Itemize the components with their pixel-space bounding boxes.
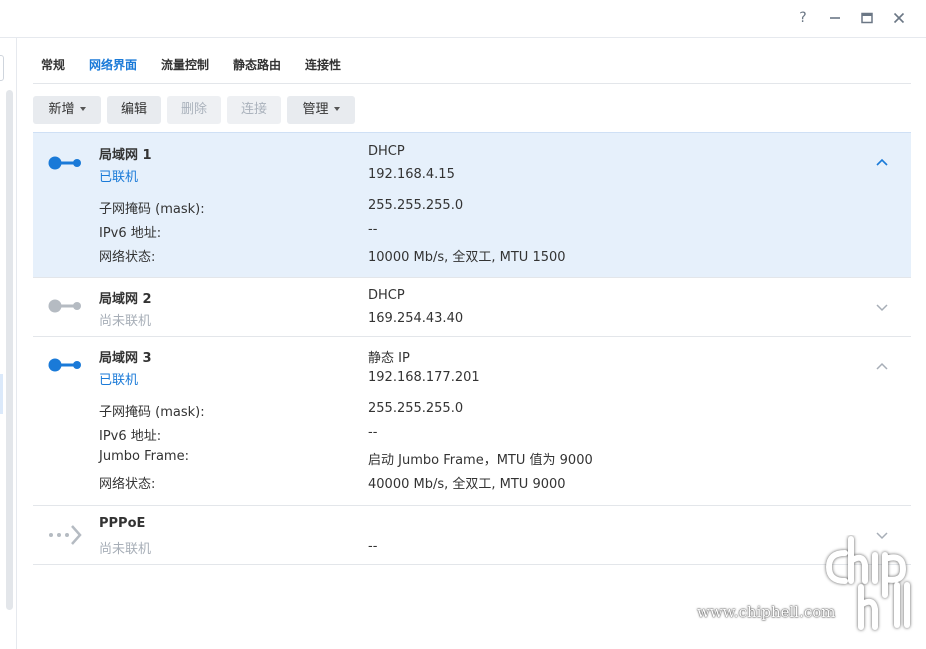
interface-name: PPPoE xyxy=(99,516,146,531)
interface-ip: 192.168.4.15 xyxy=(368,167,455,182)
detail-label: Jumbo Frame: xyxy=(99,449,189,464)
interface-name: 局域网 2 xyxy=(99,292,152,307)
maximize-button[interactable] xyxy=(856,8,878,28)
tab-network-interface[interactable]: 网络界面 xyxy=(89,56,137,73)
caret-down-icon xyxy=(79,106,86,111)
watermark-text: www.chiphell.com xyxy=(697,603,836,621)
interface-row-lan1[interactable]: 局域网 1 已联机 DHCP 192.168.4.15 子网掩码 (mask):… xyxy=(33,132,911,278)
interface-name: 局域网 1 xyxy=(99,148,152,163)
chevron-down-icon[interactable] xyxy=(875,302,889,312)
detail-label: 子网掩码 (mask): xyxy=(99,405,205,420)
delete-button[interactable]: 删除 xyxy=(167,96,221,124)
interface-mode: DHCP xyxy=(368,144,405,159)
detail-value: 255.255.255.0 xyxy=(368,198,464,213)
interface-status: 尚未联机 xyxy=(99,314,152,329)
sidebar-search-input[interactable] xyxy=(0,55,4,81)
tab-traffic-control[interactable]: 流量控制 xyxy=(161,56,209,73)
tab-bar: 常规 网络界面 流量控制 静态路由 连接性 xyxy=(33,38,911,84)
interface-status: 已联机 xyxy=(99,170,139,185)
detail-value: 255.255.255.0 xyxy=(368,401,464,416)
detail-value: 10000 Mb/s, 全双工, MTU 1500 xyxy=(368,250,566,265)
interface-ip: 192.168.177.201 xyxy=(368,370,480,385)
interface-status: 已联机 xyxy=(99,373,139,388)
manage-button[interactable]: 管理 xyxy=(287,96,355,124)
chevron-up-icon[interactable] xyxy=(875,361,889,371)
manage-label: 管理 xyxy=(302,102,329,117)
create-button[interactable]: 新增 xyxy=(33,96,101,124)
interface-ip: 169.254.43.40 xyxy=(368,311,464,326)
detail-value: -- xyxy=(368,222,378,237)
help-button[interactable]: ? xyxy=(792,8,814,28)
tab-general[interactable]: 常规 xyxy=(41,56,65,73)
tab-static-route[interactable]: 静态路由 xyxy=(233,56,281,73)
edit-button[interactable]: 编辑 xyxy=(107,96,161,124)
interface-row-lan3[interactable]: 局域网 3 已联机 静态 IP 192.168.177.201 子网掩码 (ma… xyxy=(33,337,911,506)
tab-connectivity[interactable]: 连接性 xyxy=(305,56,341,73)
detail-label: 子网掩码 (mask): xyxy=(99,202,205,217)
detail-value: 40000 Mb/s, 全双工, MTU 9000 xyxy=(368,477,566,492)
detail-label: 网络状态: xyxy=(99,250,156,265)
connect-button[interactable]: 连接 xyxy=(227,96,281,124)
detail-label: 网络状态: xyxy=(99,477,156,492)
interface-ip: -- xyxy=(368,539,378,554)
detail-value: -- xyxy=(368,425,378,440)
interface-mode: DHCP xyxy=(368,288,405,303)
ethernet-connected-icon xyxy=(48,358,81,372)
watermark: www.chiphell.com xyxy=(697,535,917,635)
detail-value: 启动 Jumbo Frame，MTU 值为 9000 xyxy=(368,453,593,468)
caret-down-icon xyxy=(333,106,340,111)
window-titlebar: ? xyxy=(0,0,926,38)
minimize-icon xyxy=(830,17,840,19)
ethernet-connected-icon xyxy=(48,156,81,170)
detail-label: IPv6 地址: xyxy=(99,226,162,241)
minimize-button[interactable] xyxy=(824,8,846,28)
sidebar-scrollbar[interactable] xyxy=(6,90,13,610)
interface-status: 尚未联机 xyxy=(99,542,152,557)
sidebar-selected-item[interactable] xyxy=(0,374,3,414)
chevron-up-icon[interactable] xyxy=(875,157,889,167)
interface-row-lan2[interactable]: 局域网 2 尚未联机 DHCP 169.254.43.40 xyxy=(33,278,911,337)
detail-label: IPv6 地址: xyxy=(99,429,162,444)
close-button[interactable] xyxy=(888,8,910,28)
close-icon xyxy=(893,12,905,24)
pppoe-disconnected-icon xyxy=(49,525,82,545)
ethernet-disconnected-icon xyxy=(48,299,81,313)
interface-name: 局域网 3 xyxy=(99,351,152,366)
create-label: 新增 xyxy=(48,102,75,117)
maximize-icon xyxy=(861,12,873,24)
interface-mode: 静态 IP xyxy=(368,351,410,366)
left-sidebar xyxy=(0,38,17,649)
